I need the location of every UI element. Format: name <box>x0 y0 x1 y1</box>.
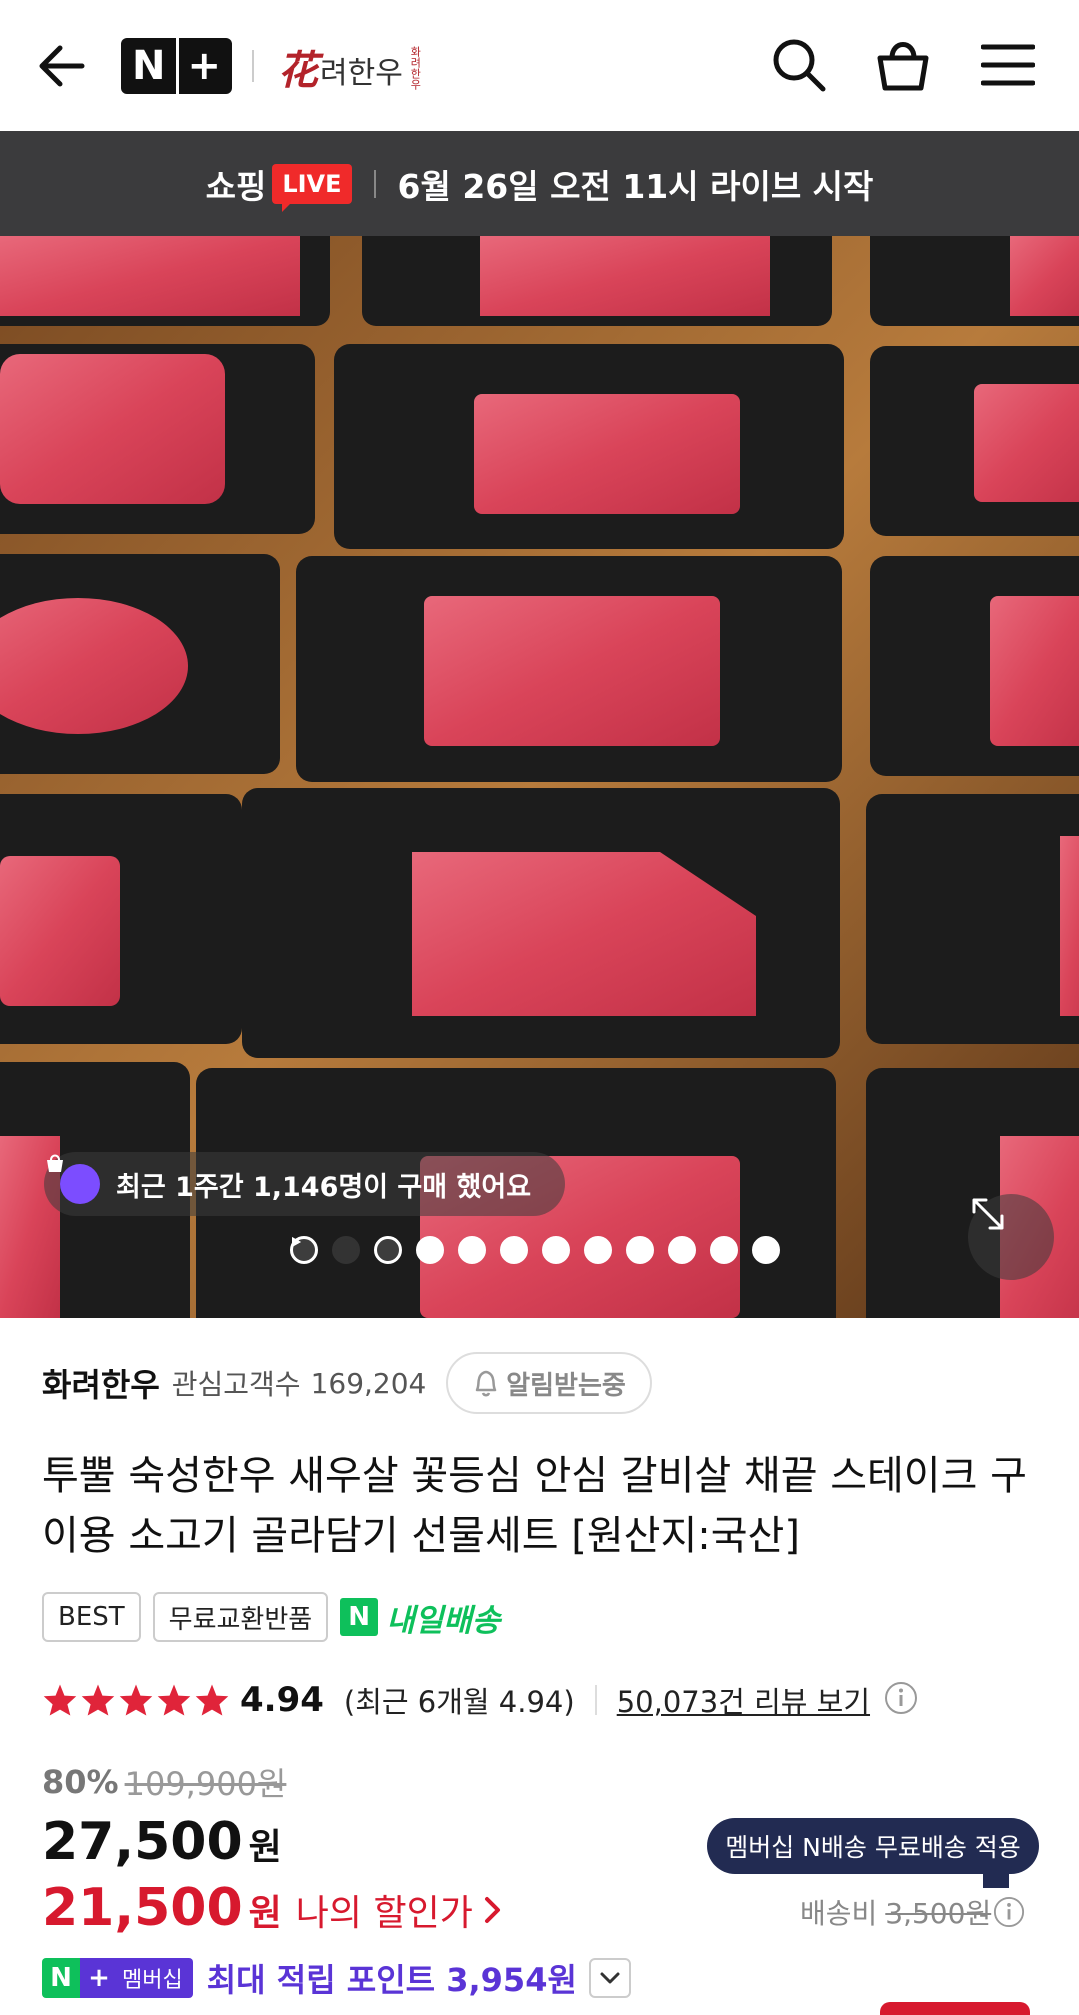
alert-subscription-button[interactable]: 알림받는중 <box>446 1352 652 1414</box>
carousel-indicators <box>290 1236 780 1264</box>
shipping-fee-row: 배송비 3,500원 <box>800 1888 1025 1936</box>
back-button[interactable] <box>36 36 92 96</box>
fans-label: 관심고객수 <box>171 1368 301 1401</box>
badge-n: N <box>42 1958 80 1998</box>
carousel-dot[interactable] <box>416 1236 444 1264</box>
sale-price-unit: 원 <box>248 1827 282 1868</box>
rating-row: 4.94 (최근 6개월 4.94) 50,073건 리뷰 보기 <box>42 1672 918 1728</box>
star-rating <box>42 1683 230 1717</box>
info-icon[interactable] <box>993 1896 1025 1928</box>
brand-logo-hanja: 花 <box>278 47 318 94</box>
membership-shipping-tooltip: 멤버십 N배송 무료배송 적용 <box>707 1818 1039 1888</box>
sale-price: 27,500 <box>42 1812 243 1872</box>
tag-free-return: 무료교환반품 <box>152 1592 329 1642</box>
carousel-dot[interactable] <box>626 1236 654 1264</box>
carousel-dot[interactable] <box>542 1236 570 1264</box>
carousel-dot[interactable] <box>458 1236 486 1264</box>
info-icon[interactable] <box>884 1681 918 1719</box>
top-header: N + 花 려한우 화려한우 <box>0 0 1079 131</box>
carousel-dot[interactable] <box>500 1236 528 1264</box>
logo-plus: + <box>187 43 221 89</box>
product-tags: BEST 무료교환반품 N 내일배송 <box>42 1592 500 1642</box>
shipping-label: 배송비 <box>800 1897 878 1930</box>
banner-divider <box>373 169 376 198</box>
original-price: 109,900원 <box>124 1765 287 1803</box>
logo-divider <box>252 50 254 82</box>
hamburger-menu-icon <box>981 44 1035 86</box>
chevron-down-icon <box>600 1972 620 1984</box>
recent-purchase-badge: 최근 1주간 1,146명이 구매 했어요 <box>44 1152 566 1216</box>
carousel-dot-active[interactable] <box>332 1236 360 1264</box>
shopping-bag-icon <box>47 1154 100 1204</box>
rating-recent: (최근 6개월 4.94) <box>343 1685 575 1719</box>
my-price-row[interactable]: 21,500 원 나의 할인가 <box>42 1878 503 1944</box>
rating-score: 4.94 <box>240 1680 324 1720</box>
star-icon <box>119 1684 153 1716</box>
tomorrow-delivery-badge: N 내일배송 <box>340 1595 500 1640</box>
arrow-left-icon <box>39 45 85 87</box>
store-name[interactable]: 화려한우 <box>42 1360 160 1406</box>
naver-plus-membership-badge: N + 멤버십 <box>42 1958 193 1998</box>
fans-count: 169,204 <box>310 1366 427 1400</box>
star-icon <box>195 1684 229 1716</box>
alert-button-label: 알림받는중 <box>506 1370 626 1401</box>
bell-icon <box>475 1370 497 1397</box>
expand-icon <box>972 1198 1004 1230</box>
discount-rate: 80% <box>42 1763 119 1801</box>
badge-membership: 멤버십 <box>118 1958 193 1998</box>
search-button[interactable] <box>766 32 832 98</box>
my-price-label: 나의 할인가 <box>295 1893 473 1934</box>
shipping-original-fee: 3,500원 <box>885 1897 992 1930</box>
discount-row: 80% 109,900원 <box>42 1758 286 1806</box>
menu-button[interactable] <box>975 32 1041 98</box>
naver-plus-logo[interactable]: N + <box>121 38 232 94</box>
shopping-bag-icon <box>877 42 929 91</box>
points-expand-button[interactable] <box>588 1958 631 1998</box>
brand-logo-hangul: 려한우 <box>320 56 403 91</box>
live-schedule-text: 6월 26일 오전 11시 라이브 시작 <box>397 166 874 206</box>
star-icon <box>81 1684 115 1716</box>
purchase-button[interactable] <box>880 2002 1030 2015</box>
review-link[interactable]: 50,073건 리뷰 보기 <box>617 1679 870 1721</box>
purchase-notice-text: 최근 1주간 1,146명이 구매 했어요 <box>116 1171 532 1203</box>
search-icon <box>773 39 826 92</box>
carousel-dot[interactable] <box>752 1236 780 1264</box>
star-icon <box>157 1684 191 1716</box>
store-info: 화려한우 관심고객수 169,204 <box>42 1352 426 1414</box>
tag-best: BEST <box>42 1592 141 1642</box>
star-icon <box>43 1684 77 1716</box>
cart-button[interactable] <box>870 32 936 98</box>
delivery-truck-icon: N <box>340 1598 379 1636</box>
live-broadcast-banner[interactable]: 쇼핑 LIVE 6월 26일 오전 11시 라이브 시작 <box>0 131 1079 236</box>
brand-logo-small: 화려한우 <box>408 46 422 90</box>
my-price: 21,500 <box>42 1878 243 1938</box>
carousel-dot[interactable] <box>584 1236 612 1264</box>
expand-image-button[interactable] <box>968 1194 1054 1280</box>
chevron-right-icon <box>483 1895 503 1929</box>
live-badge: LIVE <box>272 163 352 212</box>
delivery-label: 내일배송 <box>386 1602 501 1639</box>
my-price-unit: 원 <box>248 1893 282 1934</box>
sale-price-row: 27,500 원 <box>42 1812 282 1884</box>
product-title: 투뿔 숙성한우 새우살 꽃등심 안심 갈비살 채끝 스테이크 구이용 소고기 골… <box>42 1453 1027 1559</box>
max-points-text: 최대 적립 포인트 3,954원 <box>206 1961 577 1999</box>
rating-divider <box>594 1685 597 1715</box>
logo-n: N <box>132 43 166 89</box>
carousel-dot[interactable] <box>710 1236 738 1264</box>
badge-plus: + <box>80 1958 118 1998</box>
brand-logo[interactable]: 花 려한우 화려한우 <box>278 40 423 96</box>
shopping-label: 쇼핑 <box>205 166 267 206</box>
play-icon[interactable] <box>292 1236 402 1264</box>
points-row: N + 멤버십 최대 적립 포인트 3,954원 <box>42 1956 631 2000</box>
product-image-carousel[interactable]: 최근 1주간 1,146명이 구매 했어요 <box>0 236 1079 1318</box>
carousel-dot[interactable] <box>668 1236 696 1264</box>
